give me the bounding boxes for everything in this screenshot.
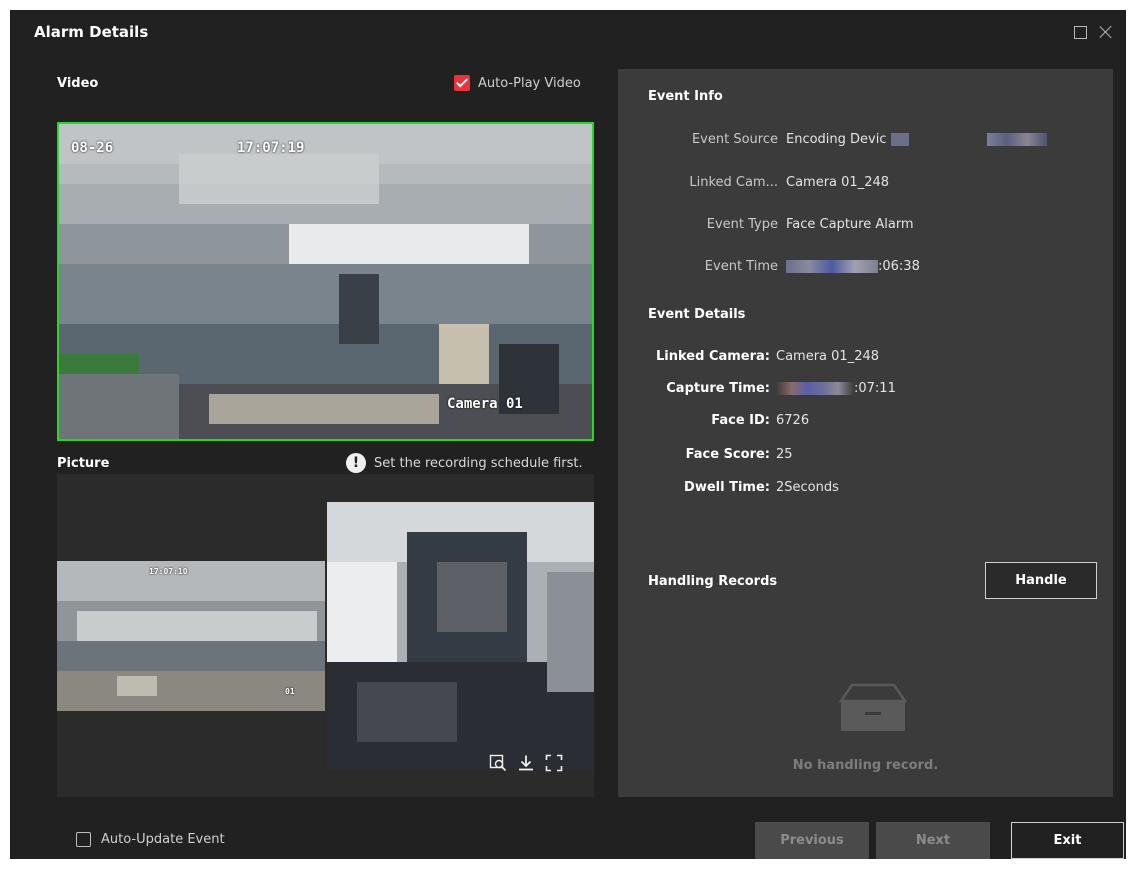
face-score-label: Face Score:	[685, 447, 770, 462]
event-time-text: :06:38	[878, 259, 920, 274]
osd-date: 08-26	[71, 140, 114, 156]
autoplay-video-checkbox[interactable]: Auto-Play Video	[454, 75, 581, 91]
event-time-value: :06:38	[786, 259, 920, 274]
face-id-value: 6726	[776, 413, 810, 428]
event-type-value: Face Capture Alarm	[786, 217, 914, 232]
exit-button[interactable]: Exit	[1011, 822, 1124, 859]
redacted-mosaic	[890, 133, 909, 146]
empty-tray-icon	[838, 683, 908, 731]
no-handling-record-text: No handling record.	[792, 758, 939, 773]
face-id-label: Face ID:	[711, 413, 770, 428]
scene-osd-camera: 01	[285, 687, 295, 696]
face-snapshot[interactable]	[327, 502, 594, 770]
event-type-label: Event Type	[706, 217, 778, 232]
auto-update-label: Auto-Update Event	[101, 832, 225, 847]
event-time-label: Event Time	[704, 259, 778, 274]
title-bar: Alarm Details	[10, 10, 1126, 54]
close-icon[interactable]	[1098, 24, 1114, 40]
video-label: Video	[57, 76, 99, 91]
autoplay-label: Auto-Play Video	[478, 75, 581, 91]
face-snapshot-image	[327, 502, 594, 770]
redacted-mosaic	[986, 133, 1047, 146]
redacted-mosaic	[776, 382, 854, 395]
event-source-label: Event Source	[691, 132, 778, 147]
detail-linked-camera-label: Linked Camera:	[656, 349, 770, 364]
capture-time-value: :07:11	[776, 381, 896, 396]
recording-schedule-warning: ! Set the recording schedule first.	[346, 453, 583, 473]
dwell-time-value: 2Seconds	[776, 480, 839, 495]
maximize-icon[interactable]	[1072, 24, 1088, 40]
redacted-gap	[912, 133, 983, 146]
previous-button[interactable]: Previous	[755, 822, 869, 859]
detail-linked-camera-value: Camera 01_248	[776, 349, 880, 364]
warning-text: Set the recording schedule first.	[374, 455, 583, 471]
fullscreen-icon[interactable]	[545, 754, 563, 772]
handling-records-heading: Handling Records	[648, 574, 778, 589]
live-video-player[interactable]: 08-26 17:07:19 Camera 01	[57, 122, 594, 441]
linked-camera-label: Linked Cam...	[689, 175, 778, 190]
alarm-details-window: Alarm Details Video Auto-Play Video 08-2…	[10, 10, 1126, 859]
event-info-panel: Event Info Event Source Encoding Devic L…	[618, 69, 1113, 797]
picture-toolbar	[489, 754, 563, 772]
window-title: Alarm Details	[34, 23, 149, 41]
search-image-icon[interactable]	[489, 754, 507, 772]
download-icon[interactable]	[517, 754, 535, 772]
linked-camera-value: Camera 01_248	[786, 175, 890, 190]
picture-label: Picture	[57, 456, 110, 471]
picture-panel: 17:07:10 01	[57, 474, 594, 797]
next-button[interactable]: Next	[876, 822, 990, 859]
dwell-time-label: Dwell Time:	[684, 480, 770, 495]
exclamation-icon: !	[346, 453, 366, 473]
event-details-heading: Event Details	[648, 307, 746, 322]
event-source-value: Encoding Devic	[786, 132, 1047, 147]
capture-time-text: :07:11	[854, 381, 896, 396]
capture-time-label: Capture Time:	[666, 381, 770, 396]
event-source-text: Encoding Devic	[786, 132, 887, 147]
checkbox-checked-icon[interactable]	[454, 75, 470, 91]
event-info-heading: Event Info	[648, 89, 723, 104]
osd-time: 17:07:19	[237, 140, 305, 156]
handle-button[interactable]: Handle	[985, 562, 1097, 599]
scene-snapshot[interactable]: 17:07:10 01	[57, 561, 325, 711]
checkbox-unchecked-icon[interactable]	[76, 832, 91, 847]
video-frame-image	[59, 124, 592, 439]
osd-camera-name: Camera 01	[447, 396, 523, 412]
scene-osd-time: 17:07:10	[149, 567, 188, 576]
auto-update-event-checkbox[interactable]: Auto-Update Event	[76, 832, 225, 847]
face-score-value: 25	[776, 447, 793, 462]
redacted-mosaic	[786, 260, 878, 273]
